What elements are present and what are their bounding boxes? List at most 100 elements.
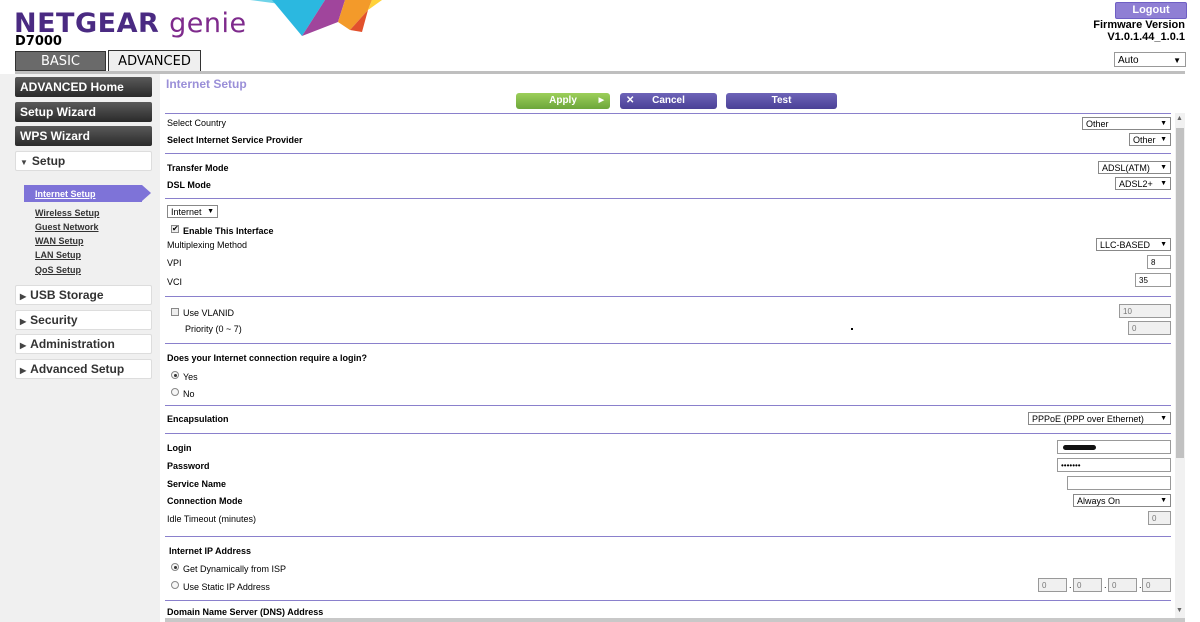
- password-label: Password: [167, 461, 210, 471]
- multiplexing-select[interactable]: LLC-BASED ▼: [1096, 238, 1171, 251]
- idle-timeout-label: Idle Timeout (minutes): [167, 514, 257, 524]
- vci-input[interactable]: 35: [1135, 273, 1171, 287]
- divider: [165, 536, 1171, 537]
- checkmark-icon: ✔: [172, 224, 179, 233]
- cancel-button[interactable]: ✕ Cancel: [620, 93, 717, 109]
- redacted-text-scribble: [1063, 445, 1096, 450]
- isp-label: Select Internet Service Provider: [167, 135, 303, 145]
- play-icon: ▶: [598, 97, 604, 104]
- dsl-mode-select[interactable]: ADSL2+ ▼: [1115, 177, 1171, 190]
- transfer-mode-label: Transfer Mode: [167, 163, 229, 173]
- sidebar-setup-wizard[interactable]: Setup Wizard: [15, 102, 152, 122]
- use-vlanid-checkbox[interactable]: [171, 308, 179, 316]
- sidebar-item-wireless-setup[interactable]: Wireless Setup: [35, 208, 99, 218]
- sidebar-administration[interactable]: ▶ Administration: [15, 334, 152, 354]
- horizontal-scrollbar[interactable]: [165, 618, 1185, 622]
- vlanid-input[interactable]: 10: [1119, 304, 1171, 318]
- page-title: Internet Setup: [166, 77, 247, 91]
- chevron-down-icon: ▼: [1173, 56, 1181, 65]
- header-decoration-graphic: [250, 0, 382, 36]
- vpi-input[interactable]: 8: [1147, 255, 1171, 269]
- scroll-down-icon[interactable]: ▼: [1176, 607, 1183, 614]
- sidebar-administration-label: Administration: [30, 337, 115, 351]
- tab-basic[interactable]: BASIC: [15, 51, 106, 71]
- language-value: Auto: [1118, 55, 1139, 66]
- sidebar-usb-storage[interactable]: ▶ USB Storage: [15, 285, 152, 305]
- tab-advanced[interactable]: ADVANCED: [108, 50, 201, 72]
- sidebar-advanced-home[interactable]: ADVANCED Home: [15, 77, 152, 97]
- expanded-arrow-icon: ▼: [20, 158, 28, 167]
- country-label: Select Country: [167, 118, 227, 128]
- sidebar-item-lan-setup[interactable]: LAN Setup: [35, 250, 81, 260]
- apply-button[interactable]: Apply ▶: [516, 93, 610, 109]
- ip-static-label: Use Static IP Address: [183, 582, 270, 592]
- sidebar-wps-wizard[interactable]: WPS Wizard: [15, 126, 152, 146]
- transfer-mode-value: ADSL(ATM): [1102, 163, 1150, 173]
- divider: [165, 343, 1171, 344]
- chevron-down-icon: ▼: [1160, 120, 1167, 127]
- use-vlanid-label: Use VLANID: [183, 308, 235, 318]
- scroll-up-icon[interactable]: ▲: [1176, 115, 1183, 122]
- encapsulation-value: PPPoE (PPP over Ethernet): [1032, 414, 1144, 424]
- collapsed-arrow-icon: ▶: [20, 317, 27, 326]
- chevron-down-icon: ▼: [1160, 415, 1167, 422]
- sidebar-setup[interactable]: ▼ Setup: [15, 151, 152, 171]
- sidebar-item-wan-setup[interactable]: WAN Setup: [35, 236, 84, 246]
- dsl-mode-value: ADSL2+: [1119, 179, 1153, 189]
- country-select[interactable]: Other ▼: [1082, 117, 1171, 130]
- sidebar-security[interactable]: ▶ Security: [15, 310, 152, 330]
- vpi-label: VPI: [167, 258, 182, 268]
- collapsed-arrow-icon: ▶: [20, 366, 27, 375]
- interface-select[interactable]: Internet ▼: [167, 205, 218, 218]
- ip-octet-3[interactable]: 0: [1108, 578, 1137, 592]
- divider: [165, 198, 1171, 199]
- test-button[interactable]: Test: [726, 93, 837, 109]
- active-pointer-icon: [142, 185, 151, 201]
- sidebar-item-guest-network[interactable]: Guest Network: [35, 222, 99, 232]
- ip-octet-1[interactable]: 0: [1038, 578, 1067, 592]
- idle-timeout-input[interactable]: 0: [1148, 511, 1171, 525]
- sidebar-security-label: Security: [30, 313, 78, 327]
- isp-select[interactable]: Other ▼: [1129, 133, 1171, 146]
- login-no-label: No: [183, 389, 195, 399]
- service-name-input[interactable]: [1067, 476, 1171, 490]
- divider: [165, 600, 1171, 601]
- login-yes-radio[interactable]: [171, 371, 179, 379]
- ip-octet-2[interactable]: 0: [1073, 578, 1102, 592]
- dot-marker: [851, 328, 853, 330]
- encapsulation-select[interactable]: PPPoE (PPP over Ethernet) ▼: [1028, 412, 1171, 425]
- cancel-label: Cancel: [652, 95, 685, 106]
- isp-value: Other: [1133, 135, 1156, 145]
- ip-static-radio[interactable]: [171, 581, 179, 589]
- sidebar-advanced-setup[interactable]: ▶ Advanced Setup: [15, 359, 152, 379]
- login-no-radio[interactable]: [171, 388, 179, 396]
- interface-value: Internet: [171, 207, 202, 217]
- ip-octet-4[interactable]: 0: [1142, 578, 1171, 592]
- ip-dot: .: [1104, 580, 1107, 590]
- scrollbar-thumb[interactable]: [1176, 128, 1184, 458]
- enable-interface-label: Enable This Interface: [183, 226, 274, 236]
- sidebar-item-internet-setup[interactable]: Internet Setup: [35, 189, 96, 199]
- priority-label: Priority (0 ~ 7): [185, 324, 242, 334]
- sidebar-item-qos-setup[interactable]: QoS Setup: [35, 265, 81, 275]
- chevron-down-icon: ▼: [1160, 241, 1167, 248]
- service-name-label: Service Name: [167, 479, 227, 489]
- logout-button[interactable]: Logout: [1115, 2, 1187, 19]
- dsl-mode-label: DSL Mode: [167, 180, 211, 190]
- multiplexing-label: Multiplexing Method: [167, 240, 248, 250]
- divider: [165, 113, 1171, 114]
- login-question: Does your Internet connection require a …: [167, 353, 368, 363]
- login-label: Login: [167, 443, 192, 453]
- divider: [165, 153, 1171, 154]
- connection-mode-select[interactable]: Always On ▼: [1073, 494, 1171, 507]
- priority-input[interactable]: 0: [1128, 321, 1171, 335]
- firmware-label: Firmware Version: [1093, 19, 1185, 31]
- enable-interface-checkbox[interactable]: ✔: [171, 225, 179, 233]
- language-select[interactable]: Auto ▼: [1114, 52, 1186, 67]
- chevron-down-icon: ▼: [1160, 164, 1167, 171]
- sidebar-usb-storage-label: USB Storage: [30, 288, 104, 302]
- login-input[interactable]: [1057, 440, 1171, 454]
- ip-dynamic-radio[interactable]: [171, 563, 179, 571]
- password-input[interactable]: •••••••: [1057, 458, 1171, 472]
- transfer-mode-select[interactable]: ADSL(ATM) ▼: [1098, 161, 1171, 174]
